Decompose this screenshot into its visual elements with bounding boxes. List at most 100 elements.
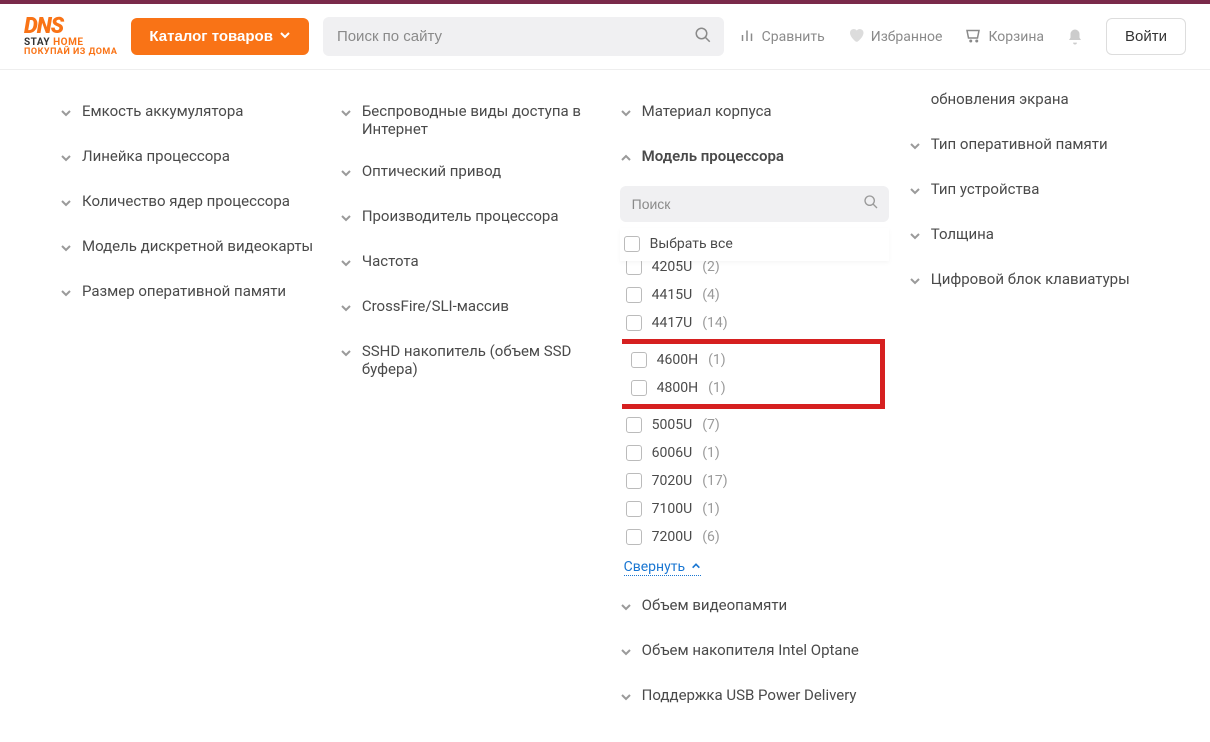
bell-icon[interactable] [1066,28,1084,46]
cpu-option-count: (17) [702,473,727,489]
chevron-down-icon [340,345,352,363]
chevron-down-icon [909,228,921,246]
cpu-model-search [620,186,889,222]
filter-item[interactable]: Оптический привод [340,150,600,195]
filter-item[interactable]: Линейка процессора [60,135,320,180]
cpu-option-checkbox[interactable] [631,380,647,396]
chevron-down-icon [60,240,72,258]
filter-label: Материал корпуса [642,102,772,120]
chevron-down-icon [60,105,72,123]
filter-item[interactable]: Поддержка USB Power Delivery [620,674,889,719]
collapse-link[interactable]: Свернуть [624,559,701,576]
cpu-option-checkbox[interactable] [626,501,642,517]
login-button[interactable]: Войти [1106,18,1186,55]
filter-columns: Емкость аккумулятора Линейка процессора Ко… [0,70,1210,739]
cpu-model-scroll: 4205U (2)4415U (4)4417U (14) 4600H (1)480… [622,261,889,551]
filter-cpu-model[interactable]: Модель процессора [620,135,889,180]
filter-item[interactable]: CrossFire/SLI-массив [340,285,600,330]
cpu-option-row[interactable]: 7100U (1) [622,495,879,523]
filter-label: Размер оперативной памяти [82,282,286,300]
chevron-down-icon [909,273,921,291]
filter-item[interactable]: Производитель процессора [340,195,600,240]
cpu-option-count: (1) [702,445,720,461]
filter-item[interactable]: Цифровой блок клавиатуры [909,258,1150,303]
chevron-down-icon [340,105,352,123]
filter-column-1: Емкость аккумулятора Линейка процессора Ко… [50,90,330,719]
filter-item[interactable]: Количество ядер процессора [60,180,320,225]
chevron-down-icon [620,599,632,617]
cpu-option-row[interactable]: 4415U (4) [622,281,879,309]
cpu-option-checkbox[interactable] [626,445,642,461]
cpu-option-count: (14) [702,315,727,331]
filter-refresh-partial[interactable]: обновления экрана [909,90,1150,123]
cpu-option-row[interactable]: 4417U (14) [622,309,879,337]
favorites-link[interactable]: Избранное [847,26,943,48]
chevron-down-icon [60,285,72,303]
heart-icon [847,26,865,48]
cpu-model-list[interactable]: 4205U (2)4415U (4)4417U (14) 4600H (1)480… [622,261,889,551]
cpu-option-count: (6) [702,529,720,545]
search-input[interactable] [323,17,724,56]
cpu-option-checkbox[interactable] [626,315,642,331]
filter-column-3: Материал корпуса Модель процессора Выбра… [610,90,899,719]
cpu-option-row[interactable]: 7020U (17) [622,467,879,495]
filter-label: Тип устройства [931,180,1040,198]
filter-item[interactable]: SSHD накопитель (объем SSD буфера) [340,330,600,390]
cpu-option-row[interactable]: 4600H (1) [622,346,880,374]
catalog-button[interactable]: Каталог товаров [131,18,309,55]
filter-label: Производитель процессора [362,207,559,225]
cpu-option-label: 7020U [652,473,693,489]
cpu-option-count: (1) [702,501,720,517]
filter-label: Объем видеопамяти [642,596,788,614]
cpu-option-checkbox[interactable] [626,287,642,303]
cpu-option-checkbox[interactable] [626,473,642,489]
filter-label: CrossFire/SLI-массив [362,297,509,315]
select-all-row[interactable]: Выбрать все [620,228,889,261]
logo[interactable]: DNS STAY HOME ПОКУПАЙ ИЗ ДОМА [24,16,117,57]
filter-label: Количество ядер процессора [82,192,290,210]
cpu-option-count: (2) [702,261,720,275]
filter-label: Емкость аккумулятора [82,102,243,120]
chevron-up-icon [620,150,632,168]
select-all-checkbox[interactable] [624,236,640,252]
cpu-option-row[interactable]: 7200U (6) [622,523,879,551]
chevron-down-icon [620,105,632,123]
filter-label: Поддержка USB Power Delivery [642,686,857,704]
bars-icon [738,26,756,48]
filter-column-4: обновления экрана Тип оперативной памяти… [899,90,1160,719]
cpu-option-checkbox[interactable] [626,417,642,433]
filter-item[interactable]: Материал корпуса [620,90,889,135]
filter-item[interactable]: Частота [340,240,600,285]
filter-label: Толщина [931,225,994,243]
cpu-option-count: (1) [708,380,726,396]
cpu-option-checkbox[interactable] [626,529,642,545]
cpu-option-row[interactable]: 6006U (1) [622,439,879,467]
filter-item[interactable]: Тип оперативной памяти [909,123,1150,168]
filter-label: Оптический привод [362,162,501,180]
cpu-option-row[interactable]: 4205U (2) [622,261,879,281]
cpu-option-row[interactable]: 5005U (7) [622,411,879,439]
filter-label: Модель дискретной видеокарты [82,237,313,255]
cpu-option-label: 7200U [652,529,693,545]
cpu-option-row[interactable]: 4800H (1) [622,374,880,402]
filter-item[interactable]: Тип устройства [909,168,1150,213]
filter-item[interactable]: Объем накопителя Intel Optane [620,629,889,674]
filter-item[interactable]: Модель дискретной видеокарты [60,225,320,270]
cart-link[interactable]: Корзина [964,26,1044,48]
compare-link[interactable]: Сравнить [738,26,825,48]
filter-item[interactable]: Объем видеопамяти [620,584,889,629]
filter-label: Цифровой блок клавиатуры [931,270,1130,288]
chevron-down-icon [340,210,352,228]
cpu-model-search-input[interactable] [620,186,889,222]
chevron-down-icon [340,165,352,183]
filter-item[interactable]: Размер оперативной памяти [60,270,320,315]
filter-item[interactable]: Беспроводные виды доступа в Интернет [340,90,600,150]
chevron-down-icon [620,644,632,662]
cpu-option-checkbox[interactable] [626,261,642,275]
cpu-option-checkbox[interactable] [631,352,647,368]
filter-item[interactable]: Толщина [909,213,1150,258]
search-icon[interactable] [694,26,712,48]
filter-label: SSHD накопитель (объем SSD буфера) [362,342,600,378]
filter-item[interactable]: Емкость аккумулятора [60,90,320,135]
chevron-down-icon [909,183,921,201]
